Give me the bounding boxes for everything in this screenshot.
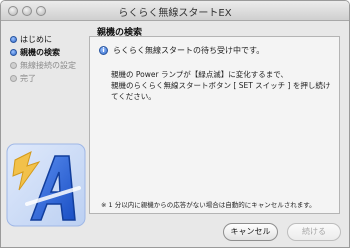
step-current-icon: [10, 49, 17, 56]
step-sidebar: はじめに 親機の検索 無線接続の設定 完了: [1, 22, 86, 247]
step-label: 完了: [20, 74, 36, 83]
instruction-line: てください。: [111, 92, 156, 101]
instruction-line: 親機のらくらく無線スタートボタン [ SET スイッチ ] を押し続け: [111, 81, 331, 90]
step-search-base: 親機の検索: [10, 47, 60, 59]
status-text: らくらく無線スタートの待ち受け中です。: [113, 46, 265, 55]
step-label: はじめに: [20, 35, 52, 44]
step-finish: 完了: [10, 73, 36, 85]
step-pending-icon: [10, 75, 17, 82]
aoss-logo-icon: [6, 143, 86, 227]
title-bar: らくらく無線スタートEX: [1, 1, 349, 21]
step-pending-icon: [10, 62, 17, 69]
step-label: 無線接続の設定: [20, 61, 76, 70]
window-title: らくらく無線スタートEX: [118, 8, 232, 19]
app-window: らくらく無線スタートEX はじめに 親機の検索 無線接続の設定 完了 親機の検索…: [0, 0, 350, 248]
cancel-button[interactable]: キャンセル: [223, 223, 278, 241]
step-wireless-setup: 無線接続の設定: [10, 60, 76, 72]
timeout-note: ※ 1 分以内に親機からの応答がない場合は自動的にキャンセルされます。: [101, 201, 316, 209]
content-panel: i らくらく無線スタートの待ち受け中です。 親機の Power ランプが【緑点滅…: [89, 36, 340, 214]
step-intro: はじめに: [10, 34, 52, 46]
status-info-icon: i: [99, 46, 108, 55]
continue-button[interactable]: 続ける: [287, 223, 341, 241]
step-complete-icon: [10, 36, 17, 43]
step-label: 親機の検索: [20, 48, 60, 57]
instruction-line: 親機の Power ランプが【緑点滅】に変化するまで、: [111, 70, 288, 79]
